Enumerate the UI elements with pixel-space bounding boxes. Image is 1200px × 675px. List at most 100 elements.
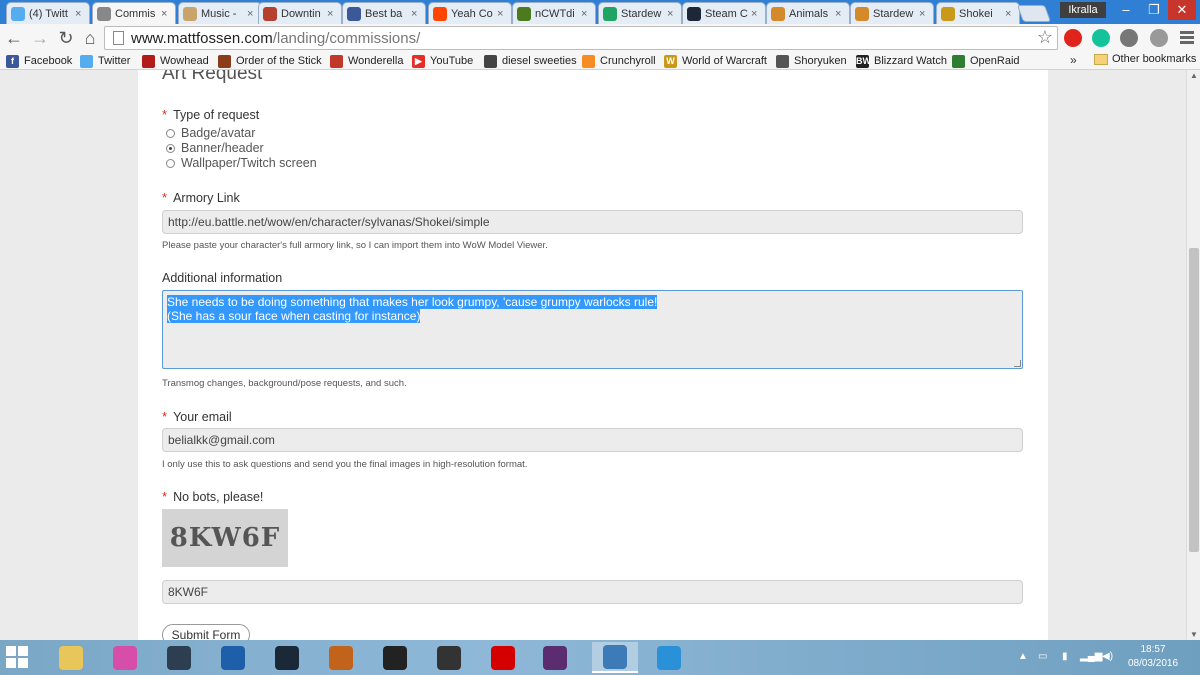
tab-close-icon[interactable]: ×	[581, 8, 591, 20]
additional-information-textarea[interactable]: She needs to be doing something that mak…	[162, 290, 1023, 369]
bookmark-item[interactable]: diesel sweeties	[484, 53, 577, 69]
bookmark-item[interactable]: Order of the Stick	[218, 53, 322, 69]
other-bookmarks[interactable]: Other bookmarks	[1094, 53, 1196, 65]
taskbar-app[interactable]	[210, 642, 256, 673]
scroll-up-arrow-icon[interactable]: ▲	[1190, 71, 1198, 80]
taskbar-app[interactable]	[426, 642, 472, 673]
browser-tab[interactable]: Music - ×	[178, 2, 262, 24]
extension-icon[interactable]	[1150, 29, 1168, 47]
tab-close-icon[interactable]: ×	[161, 8, 171, 20]
taskbar-app[interactable]	[264, 642, 310, 673]
taskbar-app[interactable]	[480, 642, 526, 673]
downtime-icon	[263, 6, 277, 21]
resize-grip-icon[interactable]	[1014, 360, 1021, 367]
scroll-thumb[interactable]	[1189, 248, 1199, 552]
forward-button[interactable]: →	[30, 28, 50, 48]
browser-tab[interactable]: Steam C ×	[682, 2, 766, 24]
grammarly-icon[interactable]	[1092, 29, 1110, 47]
opera-icon[interactable]	[1064, 29, 1082, 47]
taskbar-app[interactable]	[646, 642, 692, 673]
type-radio-option[interactable]: Badge/avatar	[166, 126, 255, 140]
maximize-button[interactable]: ❐	[1140, 0, 1168, 20]
bookmark-item[interactable]: Wonderella	[330, 53, 403, 69]
bookmark-item[interactable]: W World of Warcraft	[664, 53, 767, 69]
volume-icon[interactable]: ◀)	[1102, 651, 1113, 662]
openraid-icon	[952, 54, 965, 68]
close-window-button[interactable]: ✕	[1168, 0, 1196, 20]
address-bar[interactable]: www.mattfossen.com/landing/commissions/ …	[104, 26, 1058, 50]
tab-close-icon[interactable]: ×	[835, 8, 845, 20]
tab-close-icon[interactable]: ×	[75, 8, 85, 20]
bookmark-item[interactable]: Shoryuken	[776, 53, 847, 69]
tab-close-icon[interactable]: ×	[327, 8, 337, 20]
taskbar-app[interactable]	[102, 642, 148, 673]
cast-icon[interactable]	[1120, 29, 1138, 47]
tab-close-icon[interactable]: ×	[247, 8, 257, 20]
bookmark-item[interactable]: ▶ YouTube	[412, 53, 473, 69]
radio-label: Wallpaper/Twitch screen	[181, 156, 317, 170]
browser-tab[interactable]: Yeah Co ×	[428, 2, 512, 24]
browser-tab[interactable]: Commis ×	[92, 2, 176, 24]
tab-close-icon[interactable]: ×	[919, 8, 929, 20]
itunes-icon	[113, 645, 137, 670]
bookmark-item[interactable]: Crunchyroll	[582, 53, 656, 69]
captcha-input[interactable]: 8KW6F	[162, 580, 1023, 604]
bookmark-item[interactable]: Twitter	[80, 53, 130, 69]
tab-close-icon[interactable]: ×	[497, 8, 507, 20]
radio-button[interactable]	[166, 143, 175, 153]
taskbar-app[interactable]	[318, 642, 364, 673]
minimize-button[interactable]: –	[1112, 0, 1140, 20]
browser-toolbar: ← → ↻ ⌂ www.mattfossen.com/landing/commi…	[0, 24, 1200, 52]
bookmark-item[interactable]: Wowhead	[142, 53, 209, 69]
bookmark-label: Twitter	[98, 55, 131, 67]
submit-form-button[interactable]: Submit Form	[162, 624, 250, 640]
armory-link-label: * Armory Link	[162, 190, 240, 205]
taskbar-app[interactable]	[372, 642, 418, 673]
browser-tab[interactable]: Shokei ×	[936, 2, 1020, 24]
windows-start-icon[interactable]	[6, 646, 30, 670]
tab-close-icon[interactable]: ×	[411, 8, 421, 20]
taskbar-app[interactable]	[48, 642, 94, 673]
radio-button[interactable]	[166, 128, 175, 138]
bi-icon	[347, 6, 361, 21]
tray-chevron-icon[interactable]: ▲	[1018, 651, 1028, 662]
scroll-down-arrow-icon[interactable]: ▼	[1190, 630, 1198, 639]
profile-button[interactable]: Ikralla	[1060, 2, 1106, 18]
battery-icon[interactable]: ▮	[1062, 651, 1068, 662]
browser-tab[interactable]: Stardew ×	[598, 2, 682, 24]
taskbar-app[interactable]	[156, 642, 202, 673]
browser-tab[interactable]: nCWTdi ×	[512, 2, 596, 24]
browser-tab[interactable]: Best ba ×	[342, 2, 426, 24]
network-signal-icon[interactable]: ▂▄▆	[1080, 651, 1102, 662]
page-scrollbar[interactable]: ▲ ▼	[1186, 70, 1200, 640]
back-button[interactable]: ←	[4, 28, 24, 48]
type-radio-option[interactable]: Banner/header	[166, 141, 264, 155]
reload-button[interactable]: ↻	[56, 28, 76, 48]
action-center-icon[interactable]: ▭	[1038, 651, 1047, 662]
browser-tab[interactable]: Animals ×	[766, 2, 850, 24]
radio-button[interactable]	[166, 158, 175, 168]
browser-tab[interactable]: (4) Twitt ×	[6, 2, 90, 24]
bookmark-star-icon[interactable]: ☆	[1037, 27, 1053, 48]
armory-link-input[interactable]: http://eu.battle.net/wow/en/character/sy…	[162, 210, 1023, 234]
bookmark-item[interactable]: OpenRaid	[952, 53, 1020, 69]
bookmark-item[interactable]: f Facebook	[6, 53, 72, 69]
system-clock[interactable]: 18:57 08/03/2016	[1120, 643, 1186, 671]
bookmarks-overflow-chevron-icon[interactable]: »	[1070, 53, 1077, 67]
browser-tab[interactable]: Downtin ×	[258, 2, 342, 24]
tab-close-icon[interactable]: ×	[751, 8, 761, 20]
bookmark-label: Wonderella	[348, 55, 404, 67]
chrome-menu-icon[interactable]	[1180, 29, 1194, 45]
bookmark-label: Wowhead	[160, 55, 209, 67]
home-button[interactable]: ⌂	[80, 28, 100, 48]
taskbar-app[interactable]	[532, 642, 578, 673]
tab-close-icon[interactable]: ×	[1005, 8, 1015, 20]
new-tab-button[interactable]	[1016, 5, 1052, 22]
bookmark-item[interactable]: BW Blizzard Watch	[856, 53, 947, 69]
email-input[interactable]: belialkk@gmail.com	[162, 428, 1023, 452]
type-radio-option[interactable]: Wallpaper/Twitch screen	[166, 156, 317, 170]
taskbar-app[interactable]	[592, 642, 638, 673]
browser-tab[interactable]: Stardew ×	[850, 2, 934, 24]
email-hint: I only use this to ask questions and sen…	[162, 459, 528, 470]
tab-close-icon[interactable]: ×	[667, 8, 677, 20]
